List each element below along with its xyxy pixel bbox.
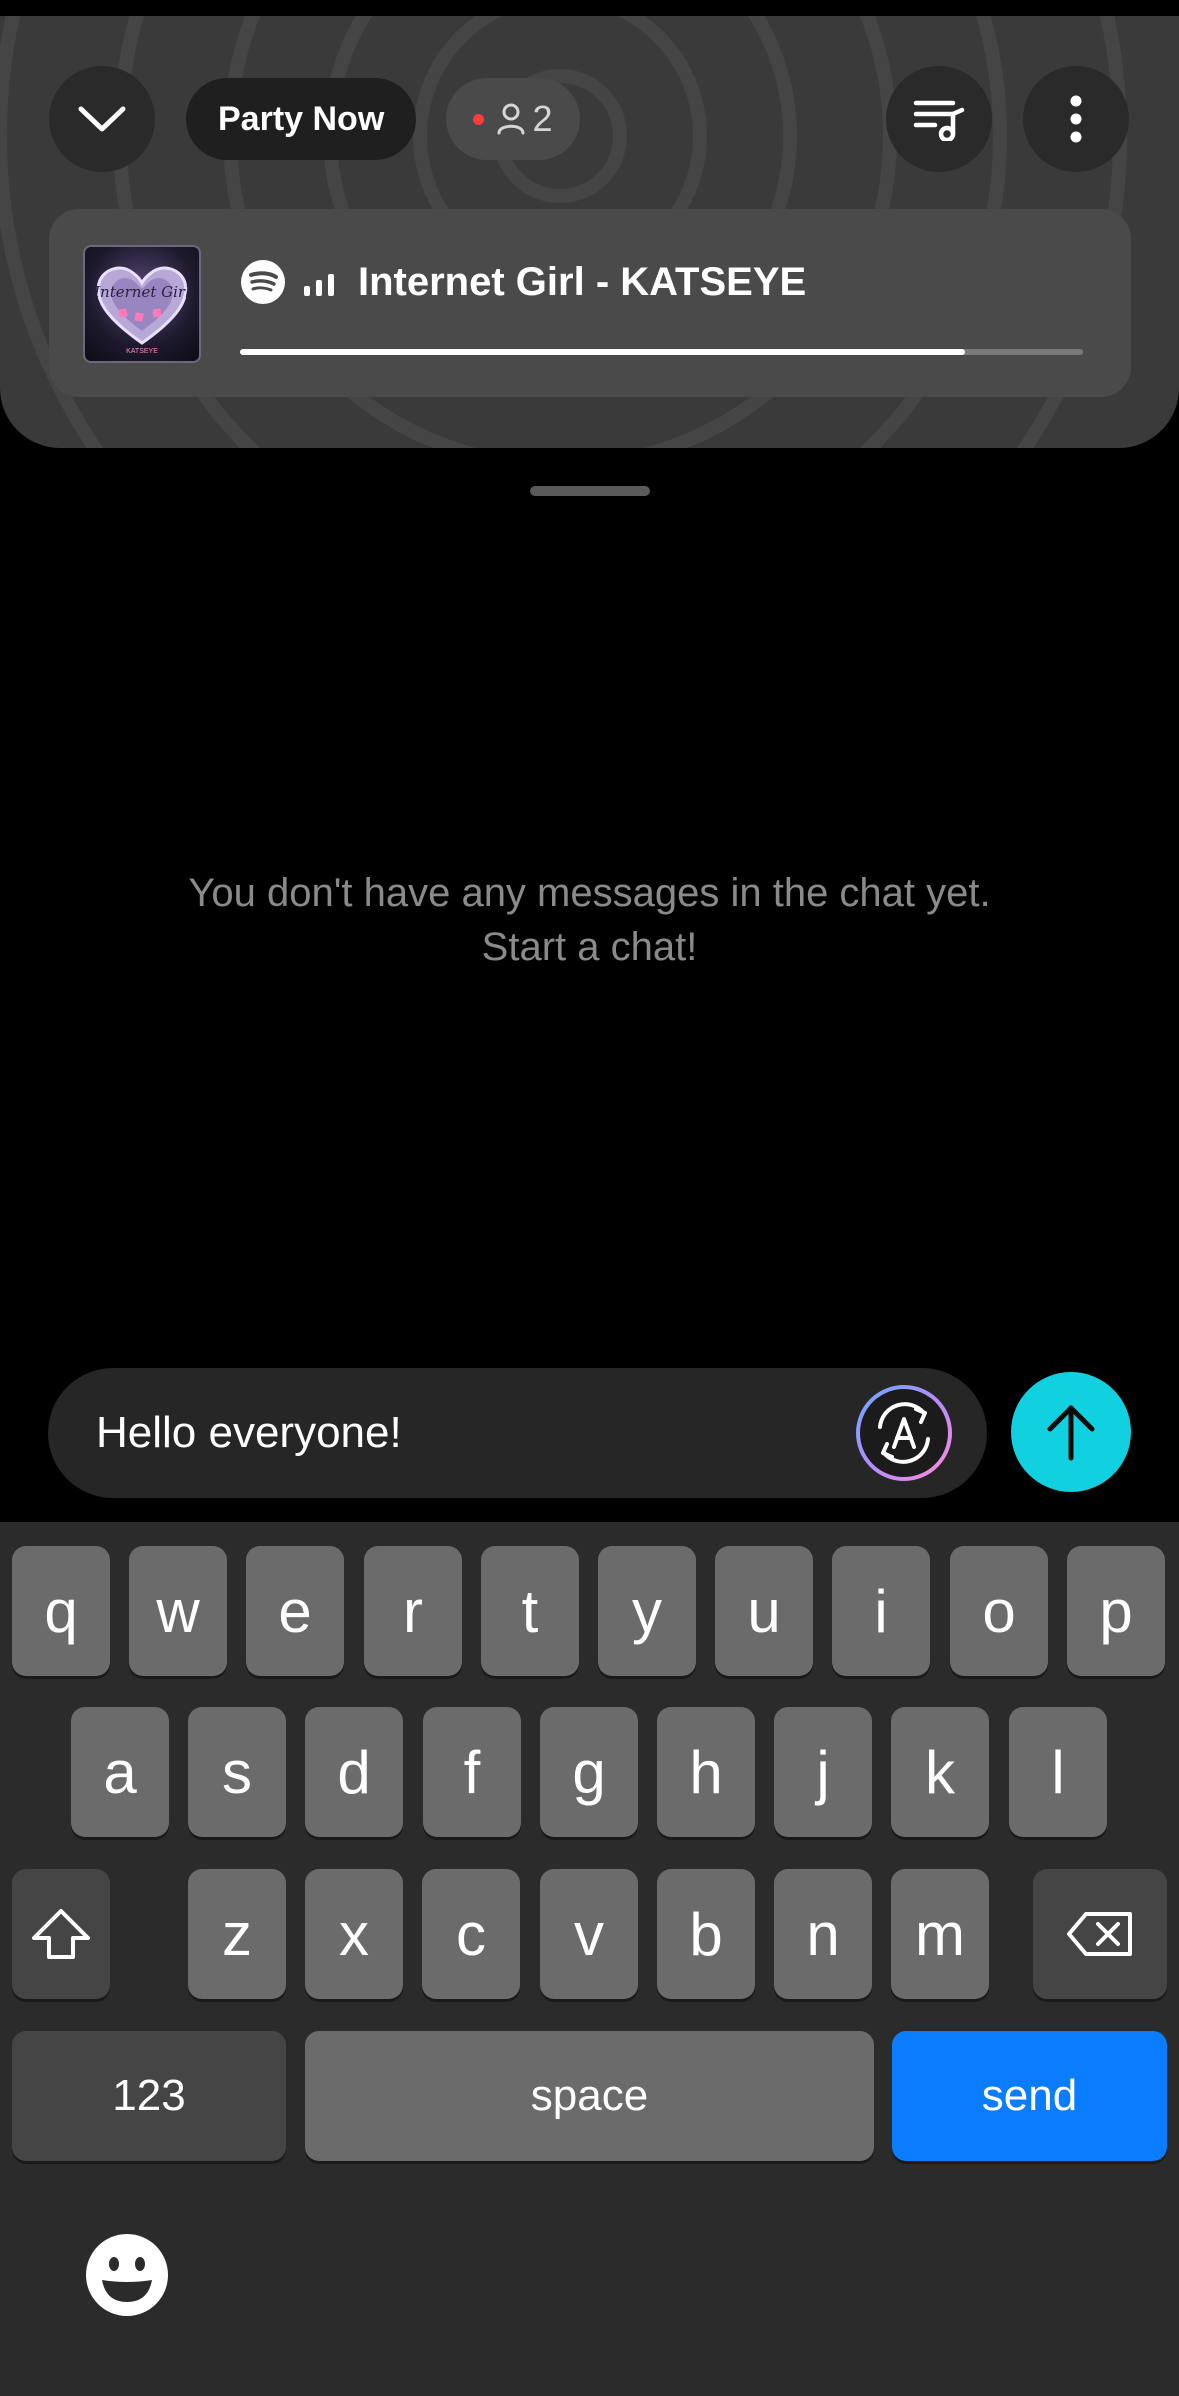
- queue-button[interactable]: [886, 66, 992, 172]
- numbers-key-label: 123: [112, 2071, 186, 2120]
- empty-chat-line-2: Start a chat!: [481, 925, 698, 969]
- key-o[interactable]: o: [950, 1546, 1048, 1676]
- key-y[interactable]: y: [598, 1546, 696, 1676]
- playback-progress-fill: [240, 349, 965, 355]
- shift-key[interactable]: [12, 1869, 110, 1999]
- key-w[interactable]: w: [129, 1546, 227, 1676]
- live-indicator-dot: [473, 113, 485, 125]
- empty-chat-line-1: You don't have any messages in the chat …: [188, 871, 991, 915]
- message-composer: [48, 1368, 987, 1498]
- key-f[interactable]: f: [423, 1707, 521, 1837]
- key-q[interactable]: q: [12, 1546, 110, 1676]
- heart-album-art-icon: Internet Girl KATSEYE: [93, 266, 190, 355]
- music-queue-icon: [913, 100, 965, 141]
- spotify-icon: [241, 260, 285, 304]
- equalizer-icon: [304, 274, 334, 296]
- keyboard-send-key[interactable]: send: [892, 2031, 1167, 2161]
- member-count: 2: [532, 98, 553, 139]
- emoji-icon: [86, 2234, 168, 2316]
- key-h[interactable]: h: [657, 1707, 755, 1837]
- party-title: Party Now: [218, 99, 385, 138]
- album-art: Internet Girl KATSEYE: [83, 245, 201, 363]
- collapse-button[interactable]: [49, 66, 155, 172]
- key-x[interactable]: x: [305, 1869, 403, 1999]
- numbers-key[interactable]: 123: [12, 2031, 286, 2161]
- now-playing-card[interactable]: Internet Girl KATSEYE Internet Girl - KA…: [49, 209, 1131, 397]
- send-button[interactable]: [1011, 1372, 1131, 1492]
- album-art-artist: KATSEYE: [126, 348, 158, 355]
- message-input[interactable]: [96, 1368, 876, 1498]
- more-vertical-icon: [1070, 95, 1082, 143]
- shift-icon: [32, 1909, 90, 1959]
- translate-icon: [856, 1385, 952, 1481]
- key-l[interactable]: l: [1009, 1707, 1107, 1837]
- key-d[interactable]: d: [305, 1707, 403, 1837]
- key-t[interactable]: t: [481, 1546, 579, 1676]
- chevron-down-icon: [78, 106, 126, 132]
- backspace-icon: [1067, 1912, 1132, 1956]
- key-u[interactable]: u: [715, 1546, 813, 1676]
- emoji-button[interactable]: [84, 2232, 170, 2318]
- party-panel: Party Now 2 Internet Girl KATSEYE Intern…: [0, 16, 1179, 448]
- empty-chat-message: You don't have any messages in the chat …: [60, 866, 1119, 974]
- keyboard: 123 space send qwertyuiop asdfghjkl zxcvbn…: [0, 1522, 1179, 2396]
- key-v[interactable]: v: [540, 1869, 638, 1999]
- space-key[interactable]: space: [305, 2031, 874, 2161]
- arrow-up-icon: [1047, 1405, 1095, 1461]
- party-name-pill[interactable]: Party Now: [186, 78, 417, 160]
- key-g[interactable]: g: [540, 1707, 638, 1837]
- translate-button[interactable]: [854, 1383, 954, 1483]
- key-j[interactable]: j: [774, 1707, 872, 1837]
- track-title: Internet Girl - KATSEYE: [358, 259, 807, 304]
- key-p[interactable]: p: [1067, 1546, 1165, 1676]
- key-b[interactable]: b: [657, 1869, 755, 1999]
- key-a[interactable]: a: [71, 1707, 169, 1837]
- members-pill[interactable]: 2: [446, 78, 580, 160]
- key-i[interactable]: i: [832, 1546, 930, 1676]
- person-icon: [497, 103, 525, 135]
- key-k[interactable]: k: [891, 1707, 989, 1837]
- key-m[interactable]: m: [891, 1869, 989, 1999]
- key-s[interactable]: s: [188, 1707, 286, 1837]
- more-options-button[interactable]: [1023, 66, 1129, 172]
- space-key-label: space: [530, 2071, 649, 2120]
- playback-progress-bar[interactable]: [240, 349, 1083, 355]
- key-z[interactable]: z: [188, 1869, 286, 1999]
- key-e[interactable]: e: [246, 1546, 344, 1676]
- key-c[interactable]: c: [422, 1869, 520, 1999]
- key-n[interactable]: n: [774, 1869, 872, 1999]
- key-r[interactable]: r: [364, 1546, 462, 1676]
- track-info: Internet Girl - KATSEYE: [240, 259, 806, 305]
- keyboard-send-key-label: send: [981, 2071, 1078, 2120]
- backspace-key[interactable]: [1033, 1869, 1167, 1999]
- album-art-title: Internet Girl: [93, 283, 190, 301]
- drag-handle[interactable]: [530, 486, 650, 496]
